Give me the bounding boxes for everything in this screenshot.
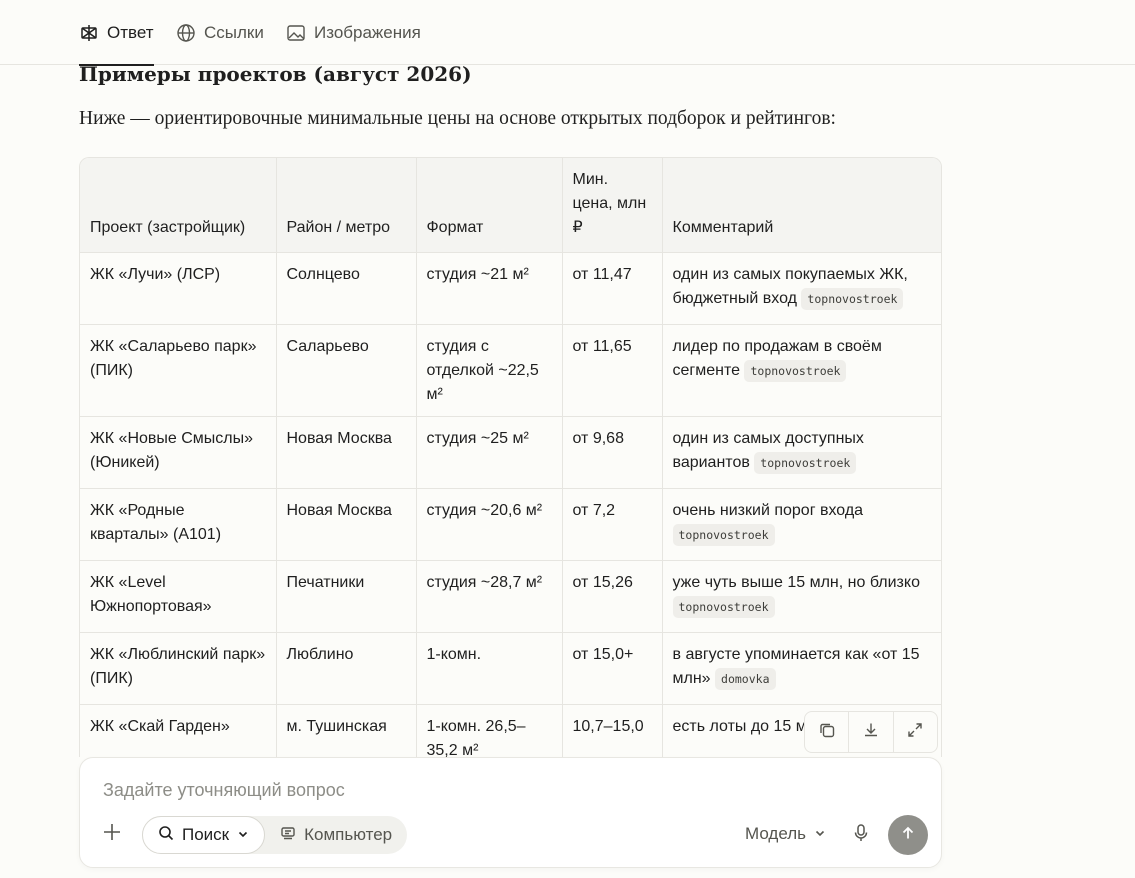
expand-table-button[interactable] — [894, 712, 937, 752]
source-chip[interactable]: topnovostroek — [801, 287, 904, 310]
table-header-row: Проект (застройщик) Район / метро Формат… — [80, 158, 941, 253]
cell-district: Люблино — [276, 632, 417, 705]
follow-up-input[interactable] — [103, 780, 903, 801]
header-district: Район / метро — [276, 158, 417, 253]
tab-answer-label: Ответ — [107, 23, 154, 42]
cell-comment: в августе упоминается как «от 15 млн» do… — [662, 632, 941, 705]
expand-icon — [906, 721, 924, 744]
globe-icon — [176, 23, 196, 43]
header-comment: Комментарий — [662, 158, 941, 253]
cell-format: студия ~20,6 м² — [416, 488, 563, 561]
tab-answer[interactable]: Ответ — [79, 18, 154, 66]
cell-district: Новая Москва — [276, 488, 417, 561]
source-chip[interactable]: topnovostroek — [744, 359, 847, 382]
cell-format: 1-комн. 26,5–35,2 м² — [416, 704, 563, 757]
search-icon — [158, 825, 174, 846]
tab-images-label: Изображения — [314, 23, 421, 42]
search-mode-button[interactable]: Поиск — [142, 816, 266, 854]
computer-mode-label: Компьютер — [304, 825, 393, 844]
table-row: ЖК «Родные кварталы» (А101) Новая Москва… — [80, 488, 941, 561]
arrow-up-icon — [900, 825, 916, 846]
comment-text: очень низкий порог входа — [672, 502, 864, 519]
cell-comment: один из самых покупаемых ЖК, бюджетный в… — [662, 252, 941, 325]
cell-project: ЖК «Новые Смыслы» (Юникей) — [80, 416, 277, 489]
search-mode-label: Поиск — [182, 825, 230, 844]
cell-project: ЖК «Люблинский парк» (ПИК) — [80, 632, 277, 705]
cell-district: м. Тушинская — [276, 704, 417, 757]
cell-format: 1-комн. — [416, 632, 563, 705]
answer-logo-icon — [79, 23, 99, 43]
attach-button[interactable] — [100, 822, 124, 846]
cell-price: от 11,65 — [562, 324, 663, 417]
cell-district: Печатники — [276, 560, 417, 633]
cell-price: от 7,2 — [562, 488, 663, 561]
cell-project: ЖК «Саларьево парк» (ПИК) — [80, 324, 277, 417]
cell-format: студия ~25 м² — [416, 416, 563, 489]
microphone-icon — [852, 823, 870, 848]
cell-price: от 15,0+ — [562, 632, 663, 705]
plus-icon — [102, 822, 122, 847]
source-chip[interactable]: topnovostroek — [672, 523, 775, 546]
table-row: ЖК «Люблинский парк» (ПИК) Люблино 1-ком… — [80, 632, 941, 705]
tab-links[interactable]: Ссылки — [176, 18, 264, 48]
model-label: Модель — [745, 824, 807, 843]
computer-icon — [280, 825, 296, 846]
table-row: ЖК «Саларьево парк» (ПИК) Саларьево студ… — [80, 324, 941, 417]
cell-comment: уже чуть выше 15 млн, но близко topnovos… — [662, 560, 941, 633]
voice-input-button[interactable] — [850, 823, 872, 847]
composer: Поиск Компьютер Модель — [79, 757, 942, 868]
cell-project: ЖК «Скай Гарден» — [80, 704, 277, 757]
cell-format: студия с отделкой ~22,5 м² — [416, 324, 563, 417]
download-icon — [862, 721, 880, 744]
copy-icon — [818, 721, 836, 744]
source-chip[interactable]: domovka — [715, 667, 776, 690]
cell-district: Саларьево — [276, 324, 417, 417]
source-chip[interactable]: topnovostroek — [672, 595, 775, 618]
cell-district: Солнцево — [276, 252, 417, 325]
header-format: Формат — [416, 158, 563, 253]
table-row: ЖК «Лучи» (ЛСР) Солнцево студия ~21 м² о… — [80, 252, 941, 325]
cell-project: ЖК «Родные кварталы» (А101) — [80, 488, 277, 561]
cell-price: 10,7–15,0 — [562, 704, 663, 757]
cell-price: от 9,68 — [562, 416, 663, 489]
tab-links-label: Ссылки — [204, 23, 264, 42]
chevron-down-icon — [814, 824, 826, 844]
cell-price: от 11,47 — [562, 252, 663, 325]
tab-images[interactable]: Изображения — [286, 18, 421, 48]
source-chip[interactable]: topnovostroek — [754, 451, 857, 474]
cell-format: студия ~21 м² — [416, 252, 563, 325]
cell-comment: очень низкий порог входа topnovostroek — [662, 488, 941, 561]
mode-switch: Поиск Компьютер — [142, 816, 408, 854]
projects-table: Проект (застройщик) Район / метро Формат… — [79, 157, 942, 757]
model-selector[interactable]: Модель — [745, 824, 826, 844]
copy-table-button[interactable] — [805, 712, 850, 752]
table-actions — [804, 711, 938, 753]
chevron-down-icon — [237, 825, 249, 845]
cell-format: студия ~28,7 м² — [416, 560, 563, 633]
header-project: Проект (застройщик) — [80, 158, 277, 253]
cell-comment: один из самых доступных вариантов topnov… — [662, 416, 941, 489]
table-row: ЖК «Level Южнопортовая» Печатники студия… — [80, 560, 941, 633]
image-icon — [286, 23, 306, 43]
cell-project: ЖК «Level Южнопортовая» — [80, 560, 277, 633]
send-button[interactable] — [888, 815, 928, 855]
download-table-button[interactable] — [849, 712, 894, 752]
cell-comment: лидер по продажам в своём сегменте topno… — [662, 324, 941, 417]
comment-text: есть лоты до 15 млн — [672, 718, 825, 735]
header-price: Мин. цена, млн ₽ — [562, 158, 663, 253]
top-tabs: Ответ Ссылки Изображения — [0, 0, 1135, 66]
computer-mode-button[interactable]: Компьютер — [265, 816, 407, 854]
cell-district: Новая Москва — [276, 416, 417, 489]
intro-text: Ниже — ориентировочные минимальные цены … — [79, 108, 836, 129]
comment-text: в августе упоминается как «от 15 млн» — [672, 646, 920, 687]
comment-text: уже чуть выше 15 млн, но близко — [672, 574, 920, 591]
cell-project: ЖК «Лучи» (ЛСР) — [80, 252, 277, 325]
table-row: ЖК «Новые Смыслы» (Юникей) Новая Москва … — [80, 416, 941, 489]
cell-price: от 15,26 — [562, 560, 663, 633]
